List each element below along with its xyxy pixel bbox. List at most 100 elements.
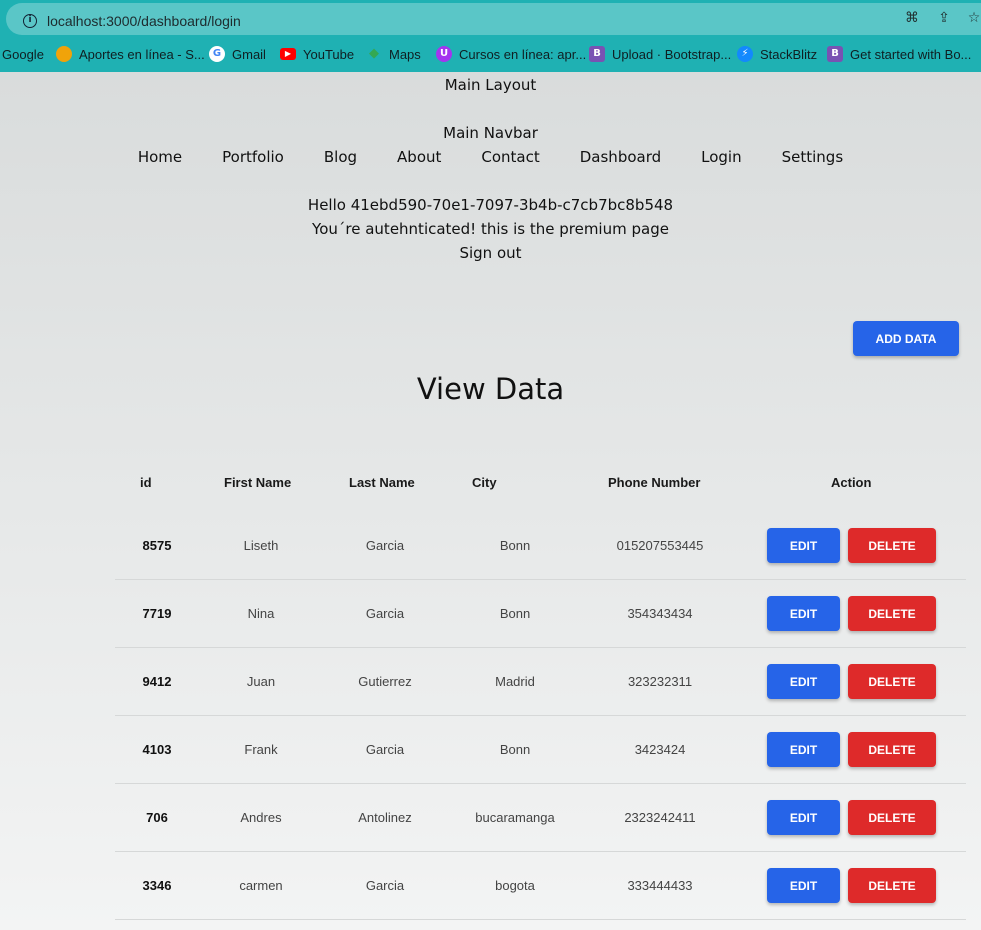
cell-phone: 015207553445 [616,538,704,553]
page-content: Main Layout Main Navbar Home Portfolio B… [0,72,981,930]
cell-id: 9412 [142,674,172,689]
bookmarks-bar: Google Aportes en línea - S... G Gmail ▶… [0,40,981,68]
view-data-title: View Data [416,372,565,406]
bookmark-label: Aportes en línea - S... [79,46,205,62]
youtube-icon: ▶ [280,48,296,60]
cell-phone: 354343434 [627,606,693,621]
maps-icon: ◆ [369,46,379,61]
cell-first-name: Juan [246,674,276,689]
nav-link-contact[interactable]: Contact [461,148,559,166]
bookmark-bootstrap-start[interactable]: B Get started with Bo... [827,45,971,63]
cell-id: 706 [146,810,168,825]
bookmark-stackblitz[interactable]: ⚡ StackBlitz [737,45,817,63]
header-last-name: Last Name [349,475,415,490]
url-text[interactable]: localhost:3000/dashboard/login [47,13,241,29]
nav-link-portfolio[interactable]: Portfolio [202,148,304,166]
cell-city: bogota [495,878,535,893]
google-g-icon: G [209,46,225,62]
share-icon[interactable]: ⇪ [936,10,952,26]
header-city: City [472,475,497,490]
cell-first-name: Andres [240,810,282,825]
delete-button[interactable]: DELETE [848,732,936,767]
cell-phone: 323232311 [627,674,693,689]
table-row: 9412 Juan Gutierrez Madrid 323232311 EDI… [115,648,966,716]
delete-button[interactable]: DELETE [848,528,936,563]
cell-city: bucaramanga [475,810,555,825]
cell-first-name: Nina [247,606,275,621]
edit-button[interactable]: EDIT [767,528,840,563]
edit-button[interactable]: EDIT [767,596,840,631]
bookmark-udemy[interactable]: U Cursos en línea: apr... [436,45,586,63]
add-data-button[interactable]: ADD DATA [853,321,959,356]
edit-button[interactable]: EDIT [767,732,840,767]
bookmark-label: StackBlitz [760,46,818,62]
bootstrap-icon: B [827,46,843,62]
nav-link-login[interactable]: Login [681,148,761,166]
delete-button[interactable]: DELETE [848,800,936,835]
main-layout-label: Main Layout [444,76,537,94]
cell-city: Madrid [495,674,535,689]
nav-link-home[interactable]: Home [118,148,202,166]
cell-last-name: Garcia [365,606,405,621]
bookmark-google[interactable]: Google [2,45,44,63]
delete-button[interactable]: DELETE [848,664,936,699]
cell-last-name: Antolinez [358,810,412,825]
header-action: Action [831,475,872,490]
auth-message: You´re autehnticated! this is the premiu… [312,220,669,238]
cell-id: 8575 [142,538,172,553]
bookmark-label: Gmail [232,46,266,62]
nav-link-settings[interactable]: Settings [762,148,864,166]
site-info-icon[interactable]: i [23,14,37,28]
bookmark-maps[interactable]: ◆ Maps [366,45,421,63]
translate-icon[interactable]: ⌘ [904,10,920,26]
bookmark-label: YouTube [303,46,355,62]
bookmark-label: Upload · Bootstrap... [612,46,732,62]
bookmark-star-icon[interactable]: ☆ [966,10,981,26]
hello-message: Hello 41ebd590-70e1-7097-3b4b-c7cb7bc8b5… [307,196,674,214]
bookmark-youtube[interactable]: ▶ YouTube [280,45,354,63]
cell-phone: 333444433 [627,878,693,893]
cell-id: 4103 [142,742,172,757]
edit-button[interactable]: EDIT [767,664,840,699]
cell-first-name: Liseth [243,538,279,553]
address-bar[interactable]: i localhost:3000/dashboard/login [6,3,981,35]
udemy-icon: U [436,46,452,62]
delete-button[interactable]: DELETE [848,596,936,631]
header-first-name: First Name [224,475,292,490]
cell-first-name: carmen [239,878,283,893]
cell-city: Bonn [499,538,531,553]
nav-link-dashboard[interactable]: Dashboard [560,148,681,166]
table-row: 3346 carmen Garcia bogota 333444433 EDIT… [115,852,966,920]
sign-out-link[interactable]: Sign out [0,244,981,262]
nav-link-about[interactable]: About [377,148,461,166]
bootstrap-icon: B [589,46,605,62]
cell-id: 3346 [142,878,172,893]
delete-button[interactable]: DELETE [848,868,936,903]
aportes-icon [56,46,72,62]
bookmark-label: Get started with Bo... [850,46,972,62]
bookmark-aportes[interactable]: Aportes en línea - S... [56,45,205,63]
main-nav: Home Portfolio Blog About Contact Dashbo… [0,148,981,166]
table-row: 706 Andres Antolinez bucaramanga 2323242… [115,784,966,852]
table-row: 8575 Liseth Garcia Bonn 015207553445 EDI… [115,512,966,580]
edit-button[interactable]: EDIT [767,868,840,903]
cell-phone: 3423424 [634,742,686,757]
bookmark-gmail[interactable]: G Gmail [209,45,266,63]
table-row: 7719 Nina Garcia Bonn 354343434 EDIT DEL… [115,580,966,648]
cell-city: Bonn [499,742,531,757]
nav-link-blog[interactable]: Blog [304,148,377,166]
cell-last-name: Garcia [365,742,405,757]
bookmark-label: Google [2,46,44,62]
main-navbar-label: Main Navbar [443,124,538,142]
cell-first-name: Frank [244,742,278,757]
header-phone-number: Phone Number [608,475,701,490]
bookmark-bootstrap-upload[interactable]: B Upload · Bootstrap... [589,45,731,63]
cell-last-name: Garcia [365,878,405,893]
bookmark-label: Maps [389,46,421,62]
bookmark-label: Cursos en línea: apr... [459,46,587,62]
cell-last-name: Gutierrez [358,674,412,689]
stackblitz-icon: ⚡ [737,46,753,62]
cell-last-name: Garcia [365,538,405,553]
cell-phone: 2323242411 [624,810,696,825]
edit-button[interactable]: EDIT [767,800,840,835]
